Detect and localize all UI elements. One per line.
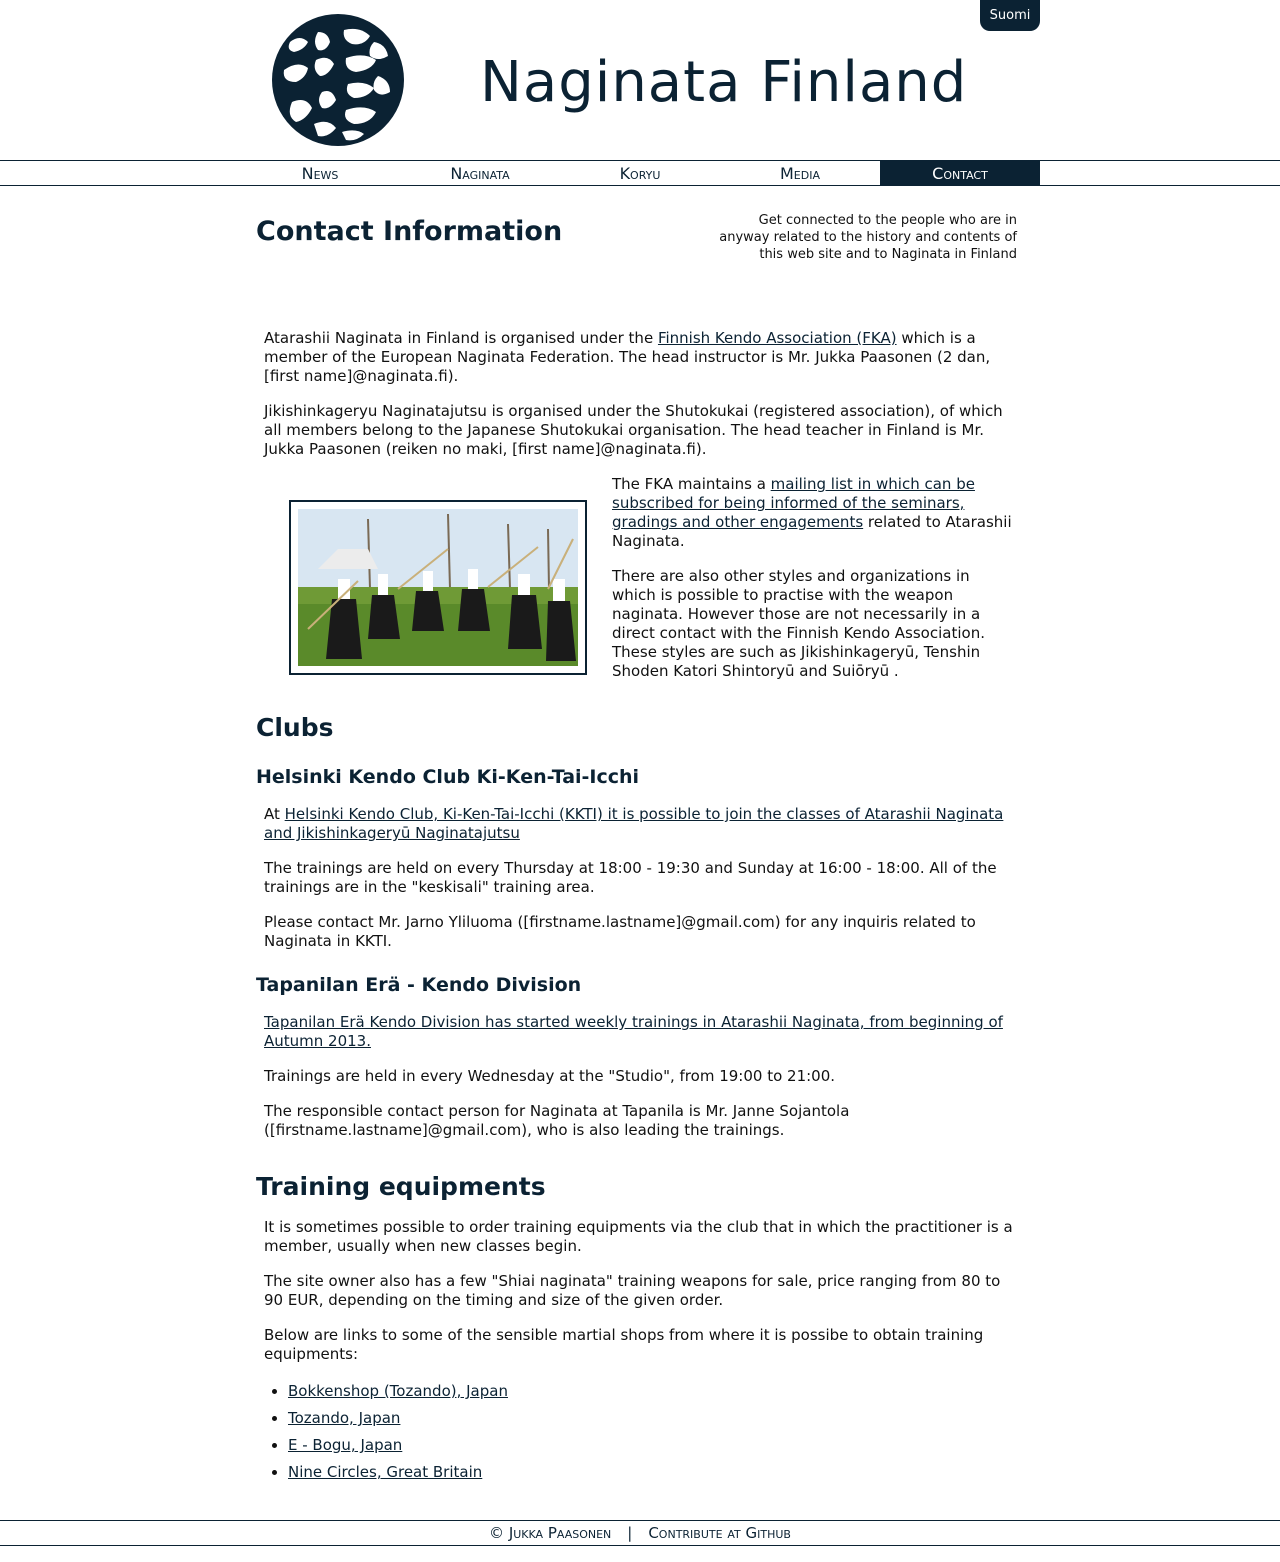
equipment-sale-paragraph: The site owner also has a few "Shiai nag… (264, 1272, 1001, 1309)
language-switch-button[interactable]: Suomi (980, 0, 1040, 31)
fka-text-prefix: Atarashii Naginata in Finland is organis… (264, 329, 658, 347)
shop-link-bokkenshop[interactable]: Bokkenshop (Tozando), Japan (288, 1382, 508, 1400)
main-nav: News Naginata Koryu Media Contact (0, 160, 1280, 186)
nav-item-contact[interactable]: Contact (880, 161, 1040, 185)
nav-item-media[interactable]: Media (720, 161, 880, 185)
fka-link[interactable]: Finnish Kendo Association (FKA) (658, 329, 897, 347)
copyright-text: © Jukka Paasonen (489, 1524, 612, 1542)
tapanila-schedule-paragraph: Trainings are held in every Wednesday at… (264, 1067, 836, 1085)
list-item: Tozando, Japan (288, 1409, 508, 1436)
kkti-heading: Helsinki Kendo Club Ki-Ken-Tai-Icchi (256, 766, 640, 788)
kkti-intro-prefix: At (264, 805, 285, 823)
kkti-link[interactable]: Helsinki Kendo Club, Ki-Ken-Tai-Icchi (K… (264, 805, 1003, 842)
site-title: Naginata Finland (480, 50, 968, 115)
shop-link-nine-circles[interactable]: Nine Circles, Great Britain (288, 1463, 482, 1481)
equipment-order-paragraph: It is sometimes possible to order traini… (264, 1218, 1013, 1255)
logo-icon[interactable] (270, 12, 406, 148)
footer-separator: | (627, 1524, 633, 1542)
mailing-list-paragraph: The FKA maintains a mailing list in whic… (612, 475, 1017, 551)
tapanila-link[interactable]: Tapanilan Erä Kendo Division has started… (264, 1013, 1003, 1050)
page-title: Contact Information (256, 216, 563, 247)
mailing-list-prefix: The FKA maintains a (612, 475, 771, 493)
nav-item-naginata[interactable]: Naginata (400, 161, 560, 185)
fka-paragraph: Atarashii Naginata in Finland is organis… (264, 329, 1024, 386)
training-photo[interactable] (298, 509, 578, 666)
site-header: Naginata Finland Suomi (0, 0, 1280, 160)
clubs-heading: Clubs (256, 713, 334, 742)
other-styles-paragraph: There are also other styles and organiza… (612, 567, 985, 680)
page-description: Get connected to the people who are in a… (719, 213, 1017, 262)
github-link[interactable]: Contribute at Github (648, 1524, 791, 1542)
equipment-shops-intro-paragraph: Below are links to some of the sensible … (264, 1326, 984, 1363)
shop-link-e-bogu[interactable]: E - Bogu, Japan (288, 1436, 402, 1454)
nav-item-news[interactable]: News (240, 161, 400, 185)
list-item: Nine Circles, Great Britain (288, 1463, 508, 1490)
shutokukai-paragraph: Jikishinkageryu Naginatajutsu is organis… (264, 402, 1003, 458)
shop-link-tozando[interactable]: Tozando, Japan (288, 1409, 400, 1427)
kkti-contact-paragraph: Please contact Mr. Jarno Yliluoma ([firs… (264, 913, 976, 950)
equipment-heading: Training equipments (256, 1172, 546, 1201)
tapanila-intro-paragraph: Tapanilan Erä Kendo Division has started… (264, 1013, 1024, 1051)
shop-list: Bokkenshop (Tozando), Japan Tozando, Jap… (288, 1382, 508, 1490)
nav-item-koryu[interactable]: Koryu (560, 161, 720, 185)
kkti-intro-paragraph: At Helsinki Kendo Club, Ki-Ken-Tai-Icchi… (264, 805, 1024, 843)
tapanila-contact-paragraph: The responsible contact person for Nagin… (264, 1102, 850, 1139)
tapanila-heading: Tapanilan Erä - Kendo Division (256, 974, 582, 996)
training-photo-frame (289, 500, 587, 675)
list-item: E - Bogu, Japan (288, 1436, 508, 1463)
site-footer: © Jukka Paasonen | Contribute at Github (0, 1520, 1280, 1546)
list-item: Bokkenshop (Tozando), Japan (288, 1382, 508, 1409)
kkti-schedule-paragraph: The trainings are held on every Thursday… (264, 859, 997, 896)
